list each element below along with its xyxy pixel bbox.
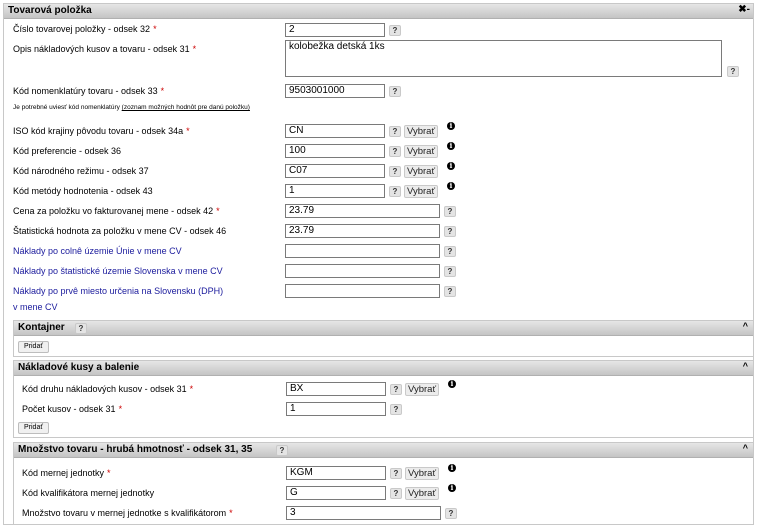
input-cena[interactable]: 23.79 [285, 204, 440, 218]
vybrat-button[interactable]: Vybrať [404, 185, 439, 198]
help-icon[interactable]: ? [390, 468, 402, 479]
label-cena: Cena za položku vo fakturovanej mene - o… [13, 206, 220, 216]
input-narodny-rezim[interactable]: C07 [285, 164, 385, 178]
vybrat-button[interactable]: Vybrať [404, 125, 439, 138]
input-statisticka-hodnota[interactable]: 23.79 [285, 224, 440, 238]
label-iso: ISO kód krajiny pôvodu tovaru - odsek 34… [13, 126, 190, 136]
info-icon[interactable]: i [447, 122, 455, 130]
label-naklady-prve-miesto-line2: v mene CV [13, 302, 58, 312]
pridat-button[interactable]: Pridať [18, 341, 49, 353]
info-icon[interactable]: i [448, 464, 456, 472]
naklad-kusy-header: Nákladové kusy a balenie ^ [14, 361, 753, 376]
help-icon[interactable]: ? [389, 25, 401, 36]
collapse-icon[interactable]: ^ [743, 321, 748, 331]
label-narodny-rezim: Kód národného režimu - odsek 37 [13, 166, 149, 176]
label-naklady-statisticke-uzemie: Náklady po štatistické územie Slovenska … [13, 266, 223, 276]
vybrat-button[interactable]: Vybrať [404, 145, 439, 158]
help-icon[interactable]: ? [444, 266, 456, 277]
label-pocet-kusov: Počet kusov - odsek 31 * [22, 404, 123, 414]
info-icon[interactable]: i [448, 380, 456, 388]
info-icon[interactable]: i [447, 162, 455, 170]
label-kvalifikator: Kód kvalifikátora mernej jednotky [22, 488, 155, 498]
help-icon[interactable]: ? [75, 323, 87, 334]
label-opis: Opis nákladových kusov a tovaru - odsek … [13, 44, 197, 54]
vybrat-button[interactable]: Vybrať [405, 383, 440, 396]
vybrat-button[interactable]: Vybrať [405, 487, 440, 500]
help-icon[interactable]: ? [444, 286, 456, 297]
help-icon[interactable]: ? [389, 166, 401, 177]
help-icon[interactable]: ? [444, 206, 456, 217]
label-cislo: Číslo tovarovej položky - odsek 32 * [13, 24, 157, 34]
naklad-kusy-section: Nákladové kusy a balenie ^ Kód druhu nák… [13, 360, 754, 438]
input-cislo[interactable]: 2 [285, 23, 385, 37]
label-mnozstvo-tovaru: Množstvo tovaru v mernej jednotke s kval… [22, 508, 233, 518]
mnozstvo-section: Množstvo tovaru - hrubá hmotnosť - odsek… [13, 442, 754, 525]
label-preferencie: Kód preferencie - odsek 36 [13, 146, 122, 156]
input-kod-nomenklatury[interactable]: 9503001000 [285, 84, 385, 98]
help-icon[interactable]: ? [445, 508, 457, 519]
input-metoda-hodnotenia[interactable]: 1 [285, 184, 385, 198]
nomenklatura-note: Je potrebné uviesť kód nomenklatúry (zoz… [13, 104, 250, 111]
help-icon[interactable]: ? [444, 226, 456, 237]
textarea-opis[interactable]: kolobežka detská 1ks [285, 40, 722, 77]
help-icon[interactable]: ? [727, 66, 739, 77]
mnozstvo-title: Množstvo tovaru - hrubá hmotnosť - odsek… [18, 444, 253, 455]
vybrat-button[interactable]: Vybrať [404, 165, 439, 178]
help-icon[interactable]: ? [390, 384, 402, 395]
kontajner-section: Kontajner ? ^ Pridať [13, 320, 754, 357]
panel-title: Tovarová položka [8, 5, 92, 16]
label-naklady-colne-uzemie: Náklady po colnê územie Únie v mene CV [13, 246, 182, 256]
help-icon[interactable]: ? [389, 146, 401, 157]
naklad-kusy-title: Nákladové kusy a balenie [18, 362, 140, 373]
input-mnozstvo-tovaru[interactable]: 3 [286, 506, 441, 520]
input-merna-jednotka[interactable]: KGM [286, 466, 386, 480]
label-metoda-hodnotenia: Kód metódy hodnotenia - odsek 43 [13, 186, 153, 196]
input-pocet-kusov[interactable]: 1 [286, 402, 386, 416]
input-naklady-statisticke-uzemie[interactable] [285, 264, 440, 278]
pridat-button[interactable]: Pridať [18, 422, 49, 434]
collapse-icon[interactable]: ^ [743, 361, 748, 371]
input-kvalifikator[interactable]: G [286, 486, 386, 500]
info-icon[interactable]: i [447, 142, 455, 150]
label-kod-nomenklatury: Kód nomenklatúry tovaru - odsek 33 * [13, 86, 165, 96]
kontajner-title: Kontajner [18, 322, 65, 333]
input-naklady-prve-miesto[interactable] [285, 284, 440, 298]
help-icon[interactable]: ? [389, 126, 401, 137]
help-icon[interactable]: ? [389, 186, 401, 197]
label-naklady-prve-miesto: Náklady po prvê miesto určenia na Sloven… [13, 286, 224, 296]
info-icon[interactable]: i [447, 182, 455, 190]
help-icon[interactable]: ? [390, 488, 402, 499]
panel-header: Tovarová položka ✖- [4, 4, 753, 19]
help-icon[interactable]: ? [276, 445, 288, 456]
help-icon[interactable]: ? [444, 246, 456, 257]
close-minimize-icons[interactable]: ✖- [738, 4, 750, 15]
input-druh-kusov[interactable]: BX [286, 382, 386, 396]
input-preferencie[interactable]: 100 [285, 144, 385, 158]
mnozstvo-header: Množstvo tovaru - hrubá hmotnosť - odsek… [14, 443, 753, 458]
input-iso[interactable]: CN [285, 124, 385, 138]
collapse-icon[interactable]: ^ [743, 443, 748, 453]
kontajner-header: Kontajner ? ^ [14, 321, 753, 336]
input-naklady-colne-uzemie[interactable] [285, 244, 440, 258]
label-druh-kusov: Kód druhu nákladových kusov - odsek 31 * [22, 384, 194, 394]
help-icon[interactable]: ? [390, 404, 402, 415]
info-icon[interactable]: i [448, 484, 456, 492]
label-merna-jednotka: Kód mernej jednotky * [22, 468, 111, 478]
help-icon[interactable]: ? [389, 86, 401, 97]
vybrat-button[interactable]: Vybrať [405, 467, 440, 480]
label-statisticka-hodnota: Štatistická hodnota za položku v mene CV… [13, 226, 227, 236]
zoznam-link[interactable]: (zoznam možných hodnôt pre danú položku) [122, 104, 250, 111]
